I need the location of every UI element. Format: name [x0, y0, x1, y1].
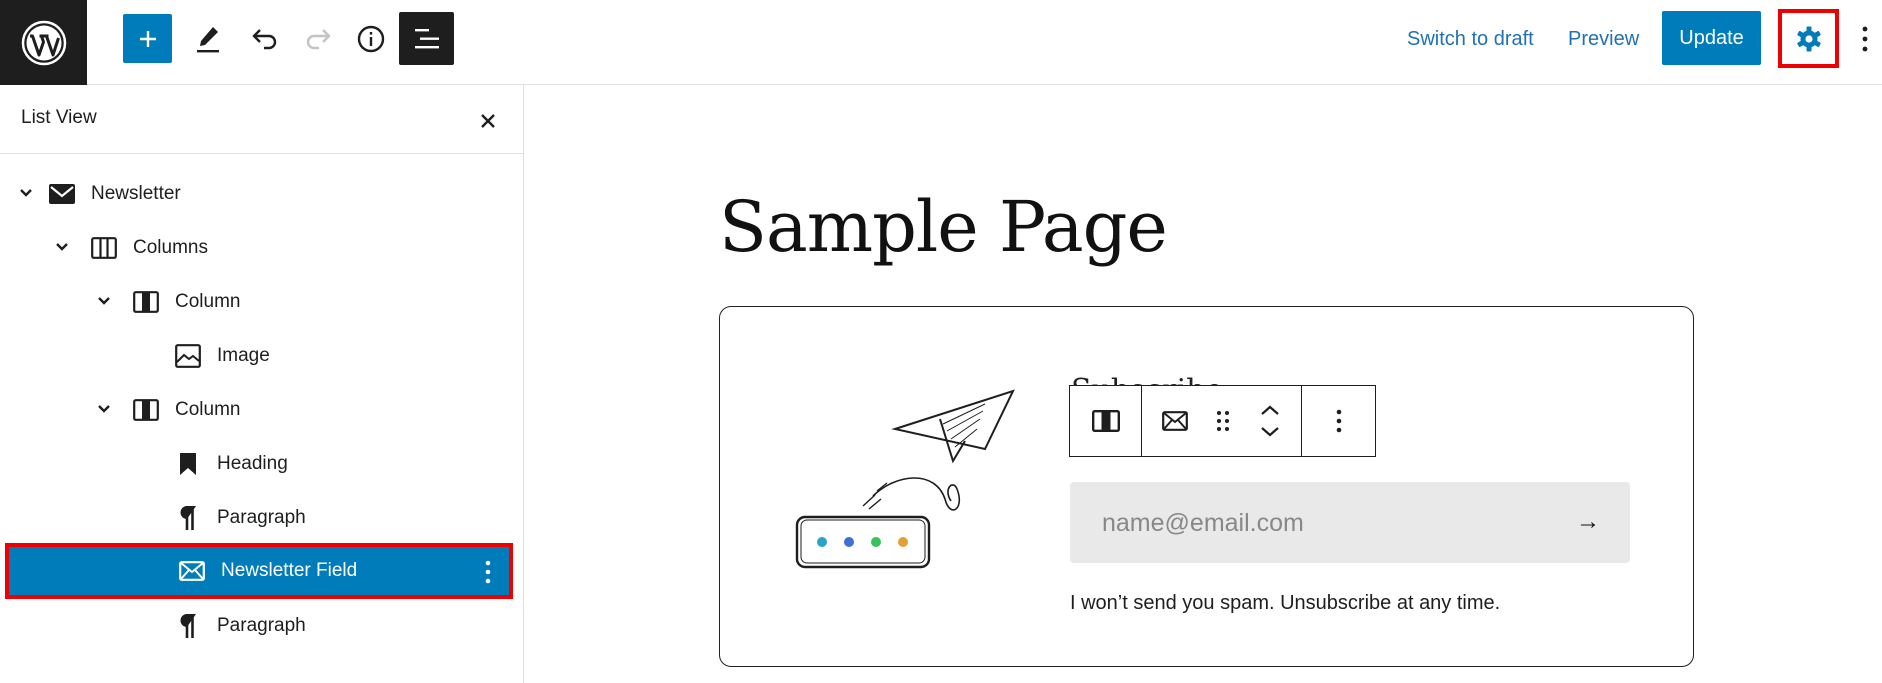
plus-icon — [139, 30, 156, 47]
add-block-button[interactable] — [123, 14, 172, 63]
redo-icon — [306, 28, 331, 49]
envelope-filled-icon — [47, 179, 77, 209]
chevron-up-down-icon — [1261, 405, 1279, 437]
pencil-icon — [197, 26, 219, 52]
list-item-label: Column — [175, 399, 241, 420]
list-view-icon — [414, 28, 439, 48]
list-item-column[interactable]: Column — [0, 383, 524, 437]
chevron-down-icon[interactable] — [93, 398, 115, 420]
info-icon — [357, 25, 385, 52]
list-item-label: Paragraph — [217, 507, 306, 528]
undo-button[interactable] — [243, 14, 287, 63]
drag-handle-icon — [1217, 411, 1230, 431]
list-item-image[interactable]: Image — [0, 329, 524, 383]
list-item-heading[interactable]: Heading — [0, 437, 524, 491]
list-item-columns[interactable]: Columns — [0, 221, 524, 275]
column-icon — [131, 287, 161, 317]
list-item-label: Paragraph — [217, 615, 306, 636]
preview-button[interactable]: Preview — [1568, 24, 1639, 54]
tools-button[interactable] — [186, 14, 230, 63]
vertical-ellipsis-icon — [485, 560, 491, 584]
columns-icon — [89, 233, 119, 263]
list-view-button[interactable] — [399, 12, 454, 65]
list-view-title: List View — [21, 107, 97, 128]
options-button[interactable] — [1852, 18, 1878, 60]
chevron-down-icon[interactable] — [15, 182, 37, 204]
drag-handle[interactable] — [1216, 410, 1230, 432]
envelope-outline-icon — [1161, 411, 1188, 431]
list-item-label: Newsletter Field — [221, 560, 358, 581]
email-placeholder: name@email.com — [1102, 509, 1304, 537]
editor-top-bar: Switch to draft Preview Update — [0, 0, 1882, 85]
email-input[interactable]: name@email.com → — [1070, 482, 1630, 563]
gear-icon — [1796, 26, 1821, 51]
update-button[interactable]: Update — [1662, 11, 1761, 65]
list-item-label: Newsletter — [91, 183, 181, 204]
list-item-newsletter-field[interactable]: Newsletter Field — [5, 543, 513, 599]
newsletter-block[interactable]: Subscribe f — [719, 306, 1694, 667]
settings-button[interactable] — [1778, 9, 1839, 68]
envelope-outline-icon — [177, 556, 207, 586]
list-view-header: List View — [0, 85, 523, 154]
list-item-options-button[interactable] — [477, 557, 499, 587]
vertical-ellipsis-icon — [1336, 409, 1341, 433]
redo-button[interactable] — [296, 14, 340, 63]
close-icon — [481, 114, 495, 128]
list-item-newsletter[interactable]: Newsletter — [0, 167, 524, 221]
block-type-button[interactable] — [1161, 411, 1188, 431]
wordpress-logo[interactable] — [0, 0, 87, 85]
column-icon — [131, 395, 161, 425]
column-icon — [1091, 410, 1120, 432]
paper-plane-illustration — [795, 389, 1015, 569]
block-controls-group — [1140, 385, 1303, 457]
list-item-paragraph[interactable]: Paragraph — [0, 491, 524, 545]
details-button[interactable] — [349, 14, 393, 63]
image-icon — [173, 341, 203, 371]
switch-to-draft-button[interactable]: Switch to draft — [1407, 24, 1534, 54]
editor-canvas: Sample Page Subscribe f — [525, 86, 1882, 683]
select-parent-button[interactable] — [1069, 385, 1142, 457]
undo-icon — [252, 28, 277, 49]
subscribe-submit-button[interactable]: → — [1568, 502, 1608, 542]
block-toolbar — [1069, 385, 1376, 457]
block-options-button[interactable] — [1301, 385, 1376, 457]
pilcrow-icon — [173, 503, 203, 533]
list-view-panel: List View Newsletter Columns Column Imag… — [0, 85, 524, 683]
move-up-down-buttons[interactable] — [1259, 403, 1281, 439]
list-item-label: Image — [217, 345, 270, 366]
list-item-label: Columns — [133, 237, 208, 258]
chevron-down-icon[interactable] — [93, 290, 115, 312]
list-item-label: Heading — [217, 453, 288, 474]
bookmark-icon — [173, 449, 203, 479]
page-title[interactable]: Sample Page — [719, 186, 1168, 268]
list-item-column[interactable]: Column — [0, 275, 524, 329]
wordpress-icon — [21, 20, 66, 65]
close-list-view-button[interactable] — [470, 103, 506, 139]
list-item-paragraph[interactable]: Paragraph — [0, 599, 524, 653]
newsletter-disclaimer[interactable]: I won’t send you spam. Unsubscribe at an… — [1070, 592, 1500, 615]
chevron-down-icon[interactable] — [51, 236, 73, 258]
pilcrow-icon — [173, 611, 203, 641]
list-item-label: Column — [175, 291, 241, 312]
vertical-ellipsis-icon — [1862, 26, 1868, 52]
